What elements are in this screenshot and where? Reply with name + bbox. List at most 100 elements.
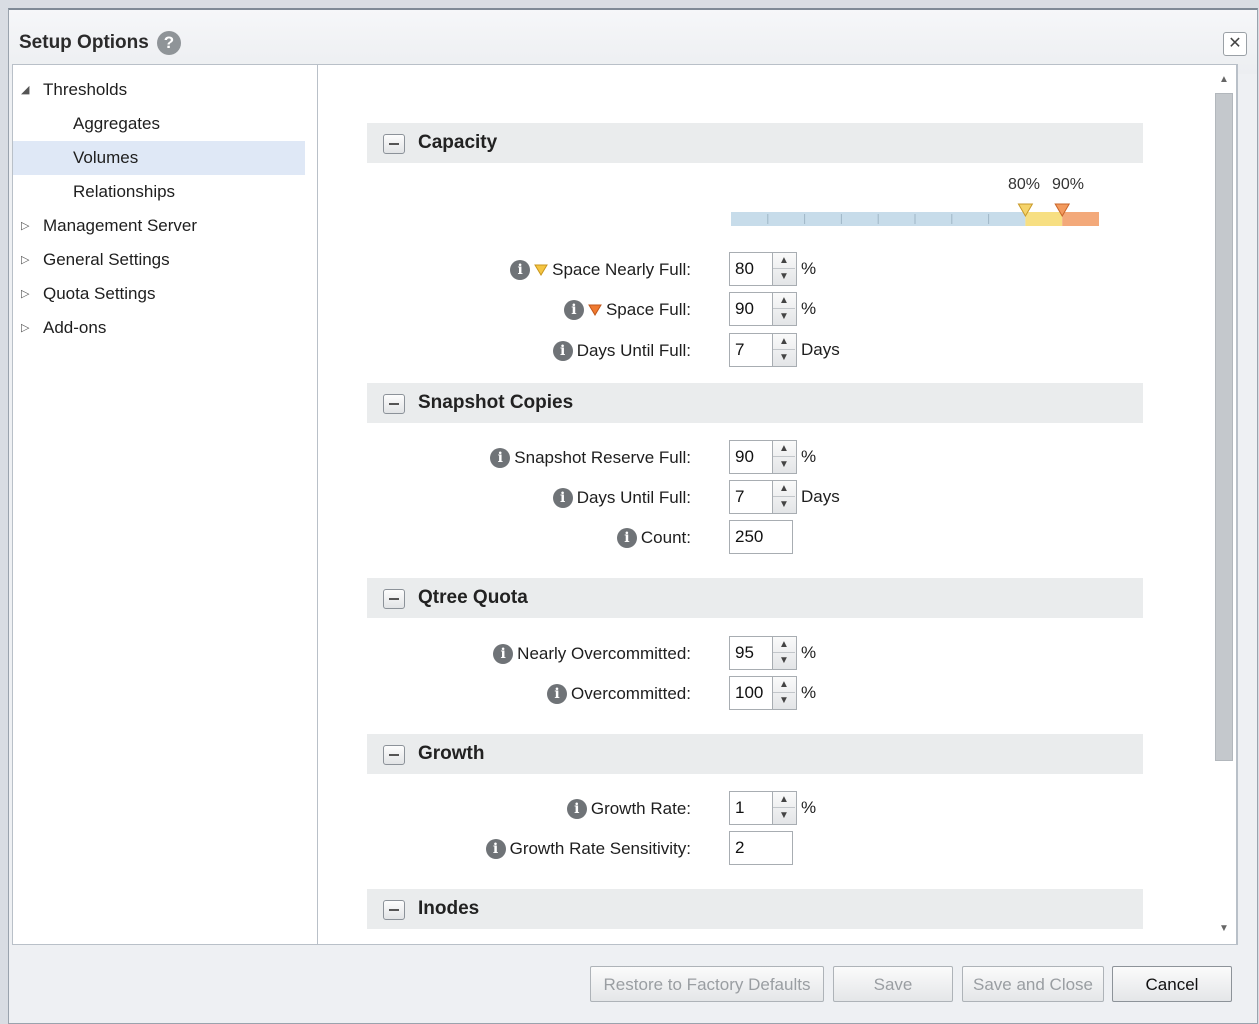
field-label: Space Nearly Full:: [552, 260, 691, 279]
sidebar-item-aggregates[interactable]: Aggregates: [13, 107, 305, 141]
spin-down-icon[interactable]: ▼: [773, 693, 795, 709]
save-and-close-button[interactable]: Save and Close: [962, 966, 1104, 1002]
field-row-snapshot-reserve-full: i Snapshot Reserve Full: 90 ▲ ▼ %: [367, 440, 1143, 476]
snapshot-count-input[interactable]: 250: [729, 520, 793, 554]
spin-down-icon[interactable]: ▼: [773, 350, 795, 366]
capacity-threshold-bar: [731, 203, 1099, 226]
field-label: Days Until Full:: [576, 341, 691, 360]
content-scrollbar[interactable]: ▲ ▼: [1211, 64, 1237, 945]
spin-down-icon[interactable]: ▼: [773, 653, 795, 669]
spin-down-icon[interactable]: ▼: [773, 309, 795, 325]
growth-rate-sensitivity-input[interactable]: 2: [729, 831, 793, 865]
info-icon[interactable]: i: [552, 488, 573, 508]
sidebar-item-label: Management Server: [43, 216, 198, 235]
info-icon[interactable]: i: [616, 528, 637, 548]
section-title: Snapshot Copies: [418, 392, 574, 413]
dialog-title: Setup Options: [19, 32, 149, 53]
field-row-space-full: i Space Full: 90 ▲ ▼ %: [367, 292, 1143, 328]
scroll-down-icon[interactable]: ▼: [1217, 922, 1231, 936]
section-title: Growth: [418, 743, 485, 764]
cancel-button[interactable]: Cancel: [1112, 966, 1232, 1002]
collapse-capacity-button[interactable]: [383, 134, 405, 154]
sidebar-item-add-ons[interactable]: ▷ Add-ons: [13, 311, 305, 345]
spin-up-icon[interactable]: ▲: [773, 677, 795, 693]
spin-up-icon[interactable]: ▲: [773, 481, 795, 497]
info-icon[interactable]: i: [566, 799, 587, 819]
snapshot-days-until-full-spinner[interactable]: ▲ ▼: [773, 480, 797, 514]
snapshot-reserve-full-input[interactable]: 90: [729, 440, 773, 474]
sidebar-item-volumes[interactable]: Volumes: [13, 141, 305, 175]
sidebar-item-relationships[interactable]: Relationships: [13, 175, 305, 209]
spin-down-icon[interactable]: ▼: [773, 269, 795, 285]
sidebar-item-general-settings[interactable]: ▷ General Settings: [13, 243, 305, 277]
nearly-overcommitted-input[interactable]: 95: [729, 636, 773, 670]
scroll-thumb[interactable]: [1215, 93, 1233, 761]
overcommitted-input[interactable]: 100: [729, 676, 773, 710]
field-label: Snapshot Reserve Full:: [514, 448, 691, 467]
scroll-up-icon[interactable]: ▲: [1217, 73, 1231, 87]
warning-triangle-icon: [534, 264, 548, 276]
info-icon[interactable]: i: [490, 448, 511, 468]
expand-arrow-icon[interactable]: ▷: [21, 243, 33, 277]
overcommitted-spinner[interactable]: ▲ ▼: [773, 676, 797, 710]
sidebar-item-label: Quota Settings: [43, 284, 156, 303]
sidebar-item-label: Relationships: [73, 182, 176, 201]
expand-arrow-icon[interactable]: ▷: [21, 209, 33, 243]
expand-arrow-icon[interactable]: ▷: [21, 277, 33, 311]
unit-label: %: [801, 683, 817, 702]
growth-rate-input[interactable]: 1: [729, 791, 773, 825]
days-until-full-input[interactable]: 7: [729, 333, 773, 367]
days-until-full-spinner[interactable]: ▲ ▼: [773, 333, 797, 367]
collapse-snapshot-button[interactable]: [383, 394, 405, 414]
spin-up-icon[interactable]: ▲: [773, 334, 795, 350]
help-icon[interactable]: ?: [157, 31, 181, 55]
section-title: Inodes: [418, 898, 480, 919]
unit-label: Days: [801, 487, 840, 506]
field-row-nearly-overcommitted: i Nearly Overcommitted: 95 ▲ ▼ %: [367, 636, 1143, 672]
sidebar-item-label: Thresholds: [43, 80, 128, 99]
section-snapshot-copies: Snapshot Copies: [367, 383, 1143, 423]
sidebar-item-label: General Settings: [43, 250, 170, 269]
space-full-spinner[interactable]: ▲ ▼: [773, 292, 797, 326]
growth-rate-spinner[interactable]: ▲ ▼: [773, 791, 797, 825]
nearly-overcommitted-spinner[interactable]: ▲ ▼: [773, 636, 797, 670]
spin-up-icon[interactable]: ▲: [773, 293, 795, 309]
field-row-days-until-full: i Days Until Full: 7 ▲ ▼ Days: [367, 333, 1143, 369]
sidebar-item-management-server[interactable]: ▷ Management Server: [13, 209, 305, 243]
spin-up-icon[interactable]: ▲: [773, 792, 795, 808]
info-icon[interactable]: i: [510, 260, 531, 280]
info-icon[interactable]: i: [485, 839, 506, 859]
field-row-snapshot-count: i Count: 250: [367, 520, 1143, 556]
sidebar-item-label: Aggregates: [73, 114, 160, 133]
unit-label: %: [801, 798, 817, 817]
collapse-inodes-button[interactable]: [383, 900, 405, 920]
spin-down-icon[interactable]: ▼: [773, 497, 795, 513]
spin-up-icon[interactable]: ▲: [773, 253, 795, 269]
restore-defaults-button[interactable]: Restore to Factory Defaults: [590, 966, 824, 1002]
space-full-input[interactable]: 90: [729, 292, 773, 326]
space-nearly-full-spinner[interactable]: ▲ ▼: [773, 252, 797, 286]
info-icon[interactable]: i: [493, 644, 514, 664]
spin-down-icon[interactable]: ▼: [773, 808, 795, 824]
space-nearly-full-input[interactable]: 80: [729, 252, 773, 286]
info-icon[interactable]: i: [547, 684, 568, 704]
snapshot-days-until-full-input[interactable]: 7: [729, 480, 773, 514]
sidebar-item-thresholds[interactable]: ◢ Thresholds: [13, 73, 305, 107]
spin-up-icon[interactable]: ▲: [773, 637, 795, 653]
spin-down-icon[interactable]: ▼: [773, 457, 795, 473]
close-button[interactable]: ✕: [1223, 32, 1247, 56]
collapse-growth-button[interactable]: [383, 745, 405, 765]
field-row-overcommitted: i Overcommitted: 100 ▲ ▼ %: [367, 676, 1143, 712]
field-label: Growth Rate Sensitivity:: [509, 839, 691, 858]
spin-up-icon[interactable]: ▲: [773, 441, 795, 457]
info-icon[interactable]: i: [563, 300, 584, 320]
info-icon[interactable]: i: [552, 341, 573, 361]
collapse-arrow-icon[interactable]: ◢: [21, 73, 33, 107]
expand-arrow-icon[interactable]: ▷: [21, 311, 33, 345]
sidebar-item-quota-settings[interactable]: ▷ Quota Settings: [13, 277, 305, 311]
collapse-qtree-button[interactable]: [383, 589, 405, 609]
section-growth: Growth: [367, 734, 1143, 774]
save-button[interactable]: Save: [833, 966, 953, 1002]
snapshot-reserve-full-spinner[interactable]: ▲ ▼: [773, 440, 797, 474]
field-row-space-nearly-full: i Space Nearly Full: 80 ▲ ▼ %: [367, 252, 1143, 288]
